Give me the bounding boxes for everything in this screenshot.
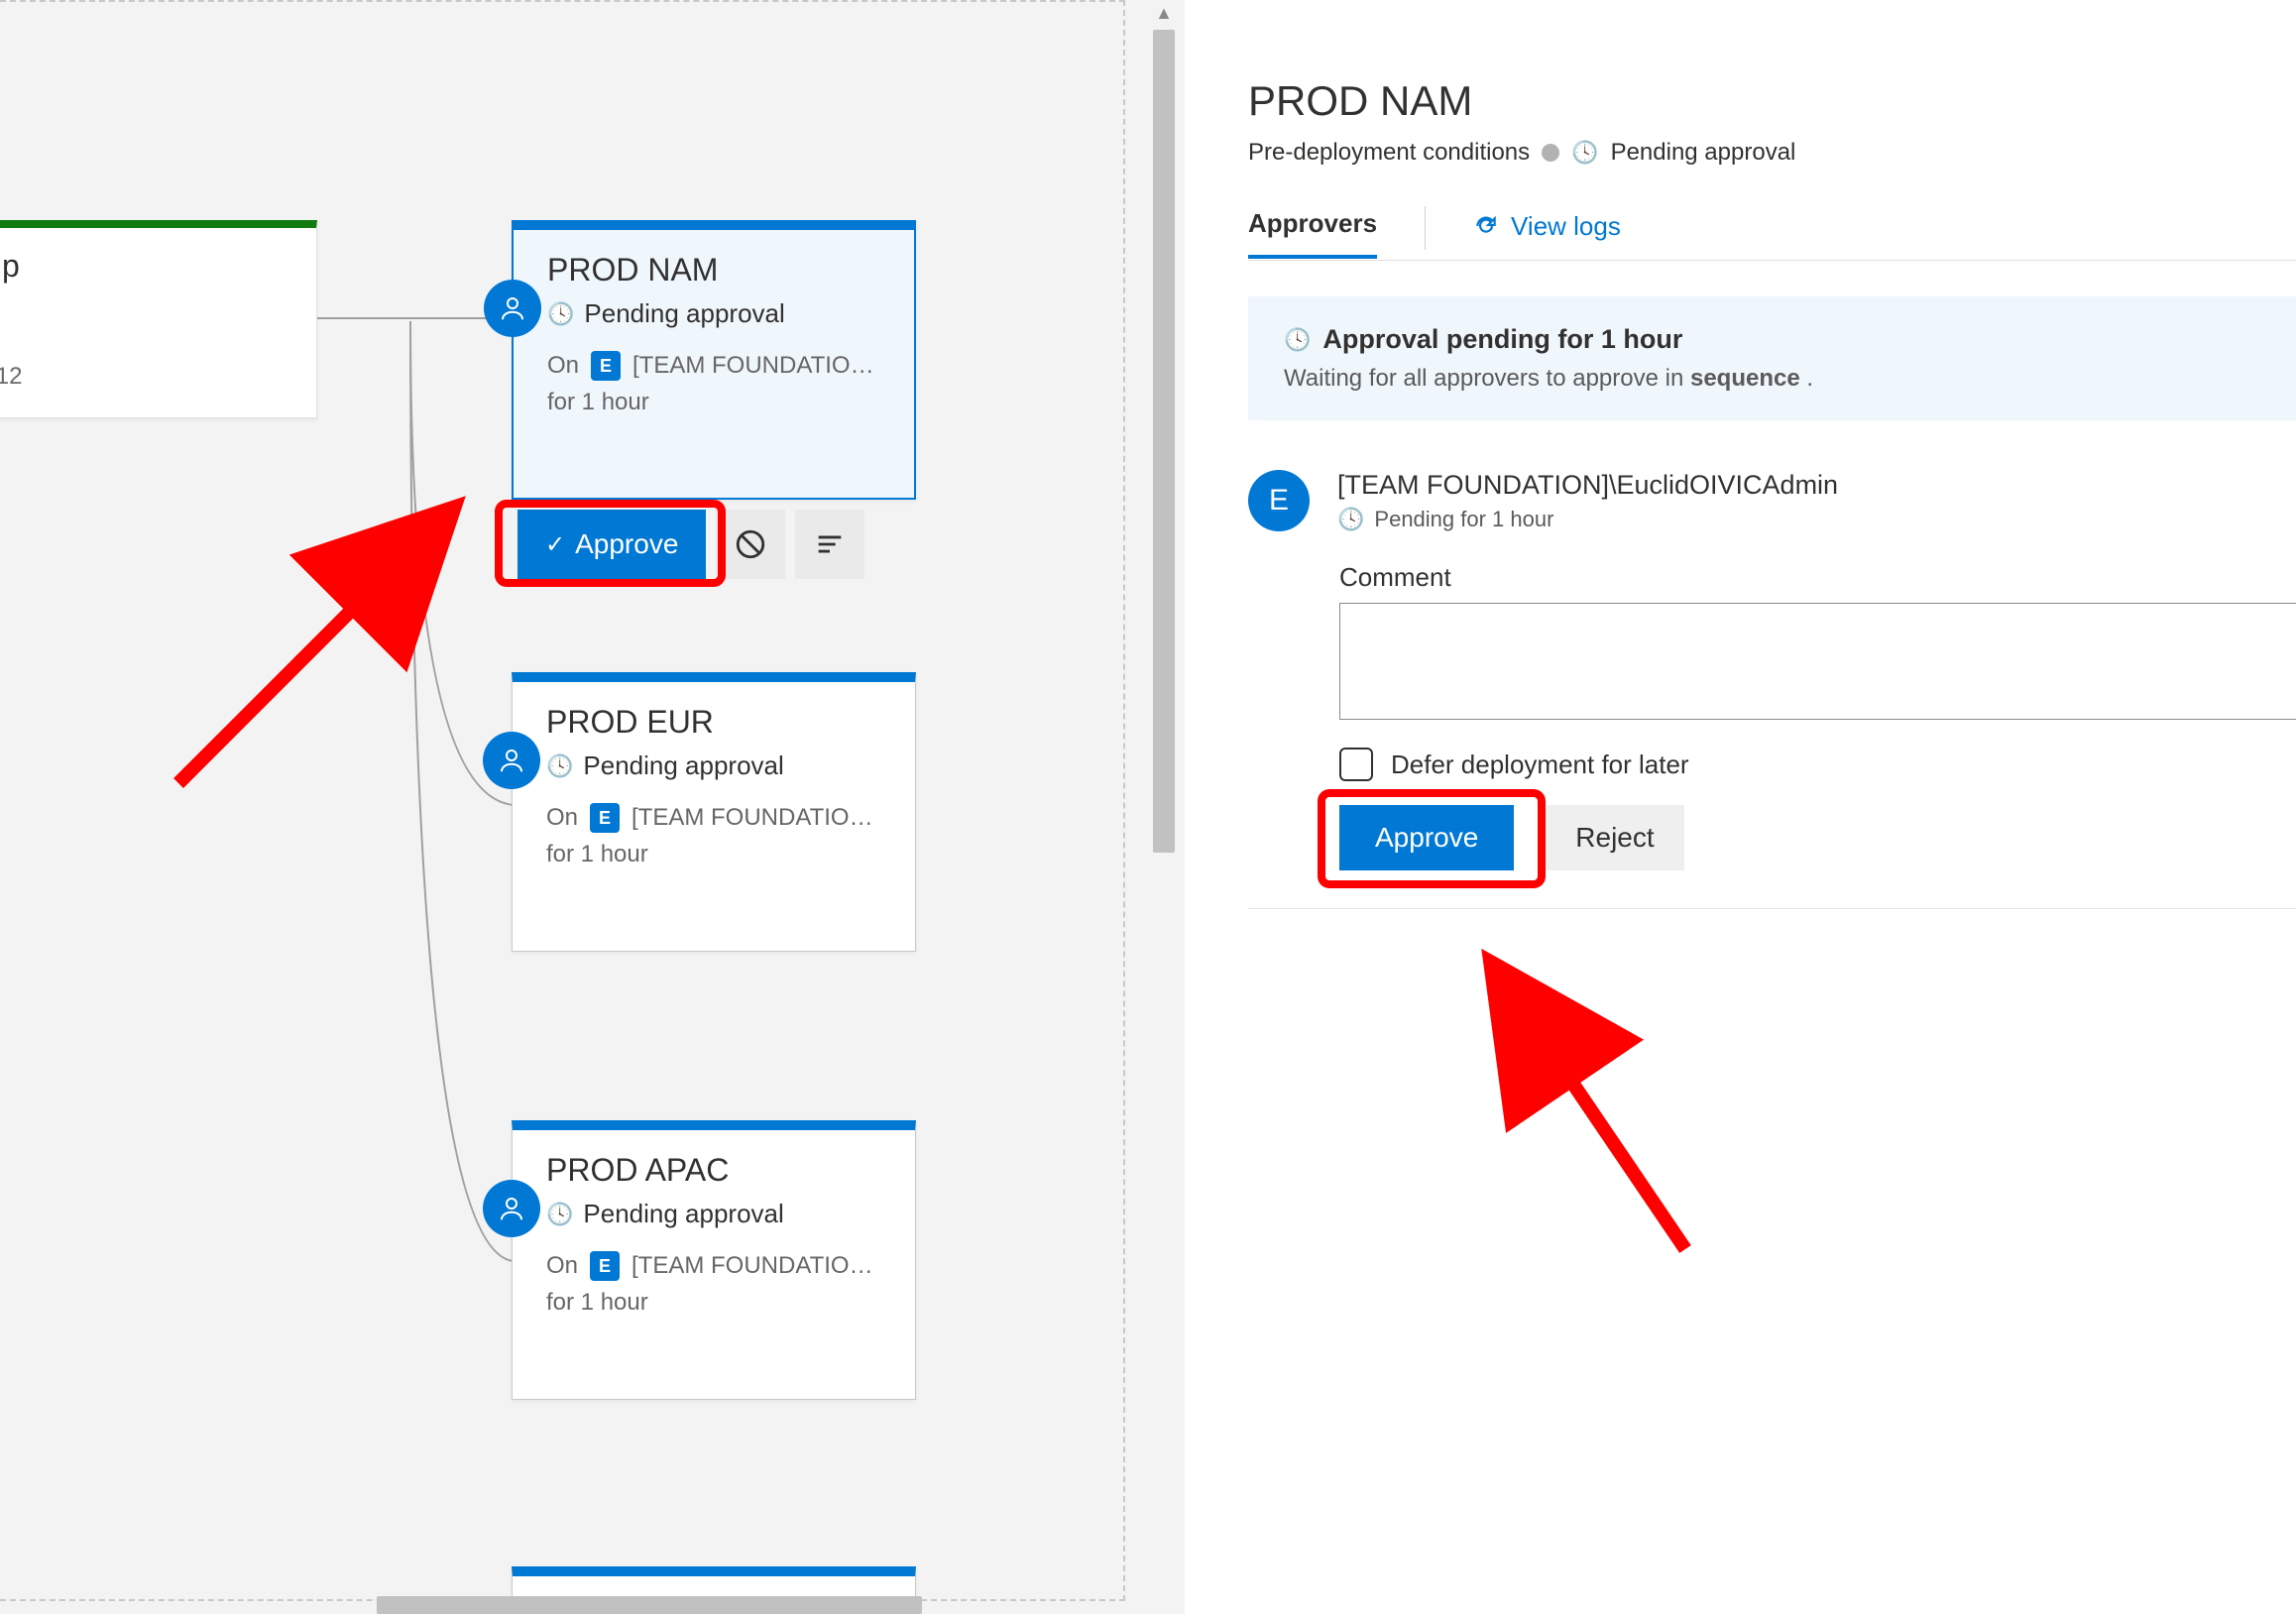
duration-text: for 1 hour [546,841,881,868]
agent-badge: E [591,351,621,381]
scroll-up-icon[interactable]: ▲ [1151,0,1177,26]
agent-name: [TEAM FOUNDATIO… [632,352,874,380]
stage-title: riable Setup [0,248,288,285]
duration-text: for 1 hour [547,389,880,416]
stage-timestamp: 2023/1/13 10:12 [0,363,288,391]
horizontal-scroll-thumb[interactable] [377,1596,922,1614]
reject-button[interactable]: Reject [1546,805,1683,870]
clock-icon: 🕓 [547,301,574,327]
clock-icon: 🕓 [1571,140,1598,166]
agent-name: [TEAM FOUNDATIO… [631,1252,873,1280]
approve-button[interactable]: Approve [1339,805,1514,870]
panel-tabs: Approvers View logs [1248,206,2296,261]
section-divider [1248,908,2296,909]
clock-icon: 🕓 [546,753,573,779]
view-logs-link[interactable]: View logs [1473,211,1621,256]
on-prefix: On [546,1252,578,1280]
stage-prod-apac[interactable]: PROD APAC 🕓 Pending approval On E [TEAM … [512,1120,916,1400]
approval-banner: 🕓 Approval pending for 1 hour Waiting fo… [1248,296,2296,420]
connector-line [317,317,512,319]
scroll-thumb[interactable] [1153,30,1175,853]
clock-icon: 🕓 [1284,327,1311,353]
pipeline-canvas: riable Setup Succeeded 2023/1/13 10:12 P… [0,0,1185,1614]
stage-name: PROD EUR [546,704,881,741]
stage-status: Succeeded [0,292,288,323]
agent-badge: E [590,1251,620,1281]
annotation-arrow-2 [1437,932,1735,1269]
defer-row: Defer deployment for later [1339,748,2296,781]
banner-subtitle: Waiting for all approvers to approve in … [1284,365,2260,393]
logs-button[interactable] [795,510,864,579]
clock-icon: 🕓 [546,1202,573,1227]
checkmark-icon: ✓ [545,530,565,559]
approver-status: Pending for 1 hour [1374,507,1553,532]
approver-name: [TEAM FOUNDATION]\EuclidOIVICAdmin [1337,470,1838,501]
stage-variable-setup[interactable]: riable Setup Succeeded 2023/1/13 10:12 [0,220,317,418]
agent-name: [TEAM FOUNDATIO… [631,804,873,832]
duration-text: for 1 hour [546,1289,881,1317]
tab-approvers[interactable]: Approvers [1248,208,1377,259]
gray-dot-icon [1542,144,1559,162]
approver-row: E [TEAM FOUNDATION]\EuclidOIVICAdmin 🕓 P… [1248,470,2296,532]
approve-button-inline[interactable]: ✓ Approve [517,510,706,579]
approver-gate-icon[interactable] [483,732,540,789]
tab-divider [1425,206,1426,250]
refresh-icon [1473,213,1499,239]
approve-button-label: Approve [575,528,678,560]
comment-label: Comment [1339,562,2296,593]
clock-icon: 🕓 [1337,507,1364,532]
defer-checkbox[interactable] [1339,748,1373,781]
panel-subtitle: Pre-deployment conditions 🕓 Pending appr… [1248,139,2296,167]
stage-prod-nam[interactable]: PROD NAM 🕓 Pending approval On E [TEAM F… [512,220,916,500]
cancel-button[interactable] [716,510,785,579]
stage-prod-eur[interactable]: PROD EUR 🕓 Pending approval On E [TEAM F… [512,672,916,952]
vertical-scrollbar[interactable]: ▲ [1151,0,1177,1614]
banner-title: Approval pending for 1 hour [1322,324,1682,355]
on-prefix: On [546,804,578,832]
approver-avatar: E [1248,470,1310,531]
stage-status-text: Pending approval [584,298,784,329]
defer-label: Defer deployment for later [1391,749,1689,780]
stage-action-row: ✓ Approve [517,510,864,579]
details-panel: PROD NAM Pre-deployment conditions 🕓 Pen… [1185,0,2296,1614]
on-prefix: On [547,352,579,380]
subtitle-left: Pre-deployment conditions [1248,139,1530,167]
comment-input[interactable] [1339,603,2296,720]
approver-gate-icon[interactable] [483,1180,540,1237]
panel-title: PROD NAM [1248,77,2296,125]
stage-name: PROD APAC [546,1152,881,1189]
subtitle-right: Pending approval [1611,139,1796,167]
view-logs-label: View logs [1511,211,1621,242]
agent-badge: E [590,803,620,833]
stage-status-text: Pending approval [583,750,783,781]
stage-status-text: Pending approval [583,1199,783,1229]
approver-gate-icon[interactable] [484,280,541,337]
stage-name: PROD NAM [547,252,880,288]
